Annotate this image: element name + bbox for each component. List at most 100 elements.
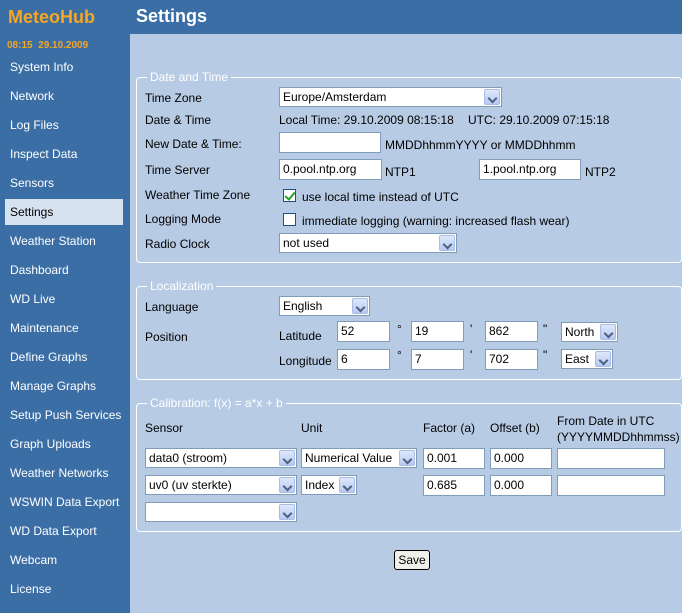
lon-minutes-input[interactable]: 7 — [411, 349, 464, 370]
weather-tz-checkbox[interactable] — [283, 189, 296, 202]
sidebar: MeteoHub 08:15 29.10.2009 System Info Ne… — [0, 0, 130, 613]
degree-symbol: ° — [397, 348, 402, 362]
new-date-hint: MMDDhhmmYYYY or MMDDhhmm — [385, 138, 576, 152]
lat-seconds-input[interactable]: 862 — [485, 321, 538, 342]
sidebar-item-wd-data-export[interactable]: WD Data Export — [5, 518, 123, 544]
col-from-date-header: From Date in UTC — [557, 414, 655, 428]
calib-row1-unit-select[interactable]: Numerical Value — [301, 448, 417, 468]
utc-time-text: UTC: 29.10.2009 07:15:18 — [468, 113, 610, 127]
sidebar-item-weather-networks[interactable]: Weather Networks — [5, 460, 123, 486]
lat-degrees-input[interactable]: 52 — [337, 321, 390, 342]
sidebar-item-inspect-data[interactable]: Inspect Data — [5, 141, 123, 167]
language-select[interactable]: English — [279, 296, 370, 316]
minute-symbol: ' — [470, 348, 473, 362]
ntp1-input[interactable]: 0.pool.ntp.org — [279, 159, 382, 180]
calib-row1-offset-input[interactable]: 0.000 — [490, 448, 552, 469]
sidebar-item-wd-live[interactable]: WD Live — [5, 286, 123, 312]
sidebar-item-wswin-data-export[interactable]: WSWIN Data Export — [5, 489, 123, 515]
logging-text: immediate logging (warning: increased fl… — [302, 214, 570, 228]
lat-direction-select[interactable]: North — [561, 322, 618, 342]
col-from-date-sub: (YYYYMMDDhhmmss) — [557, 430, 680, 444]
calib-row2-factor-input[interactable]: 0.685 — [423, 475, 485, 496]
lon-direction-value: East — [565, 352, 590, 366]
lon-degrees-input[interactable]: 6 — [337, 349, 390, 370]
chevron-down-icon — [399, 450, 415, 466]
sidebar-item-weather-station[interactable]: Weather Station — [5, 228, 123, 254]
lat-direction-value: North — [565, 325, 595, 339]
col-factor-header: Factor (a) — [423, 421, 476, 435]
radio-clock-select[interactable]: not used — [279, 233, 457, 253]
sidebar-item-dashboard[interactable]: Dashboard — [5, 257, 123, 283]
sidebar-item-settings[interactable]: Settings — [5, 199, 123, 225]
lon-direction-select[interactable]: East — [561, 349, 613, 369]
chevron-down-icon — [279, 450, 295, 466]
time-server-label: Time Server — [145, 163, 210, 177]
radio-clock-label: Radio Clock — [145, 237, 210, 251]
sidebar-item-sensors[interactable]: Sensors — [5, 170, 123, 196]
weather-tz-label: Weather Time Zone — [145, 188, 251, 202]
sidebar-item-webcam[interactable]: Webcam — [5, 547, 123, 573]
language-value: English — [283, 299, 323, 313]
sidebar-item-network[interactable]: Network — [5, 83, 123, 109]
weather-tz-text: use local time instead of UTC — [302, 190, 459, 204]
sidebar-item-manage-graphs[interactable]: Manage Graphs — [5, 373, 123, 399]
localization-legend: Localization — [150, 279, 214, 293]
time-zone-label: Time Zone — [145, 91, 202, 105]
second-symbol: " — [543, 348, 548, 362]
sidebar-item-system-info[interactable]: System Info — [5, 54, 123, 80]
sidebar-item-define-graphs[interactable]: Define Graphs — [5, 344, 123, 370]
chevron-down-icon — [595, 351, 611, 367]
time-zone-select[interactable]: Europe/Amsterdam — [279, 87, 502, 107]
calib-row1-from-date-input[interactable] — [557, 448, 665, 469]
sidebar-item-log-files[interactable]: Log Files — [5, 112, 123, 138]
page-header: Settings — [130, 0, 682, 34]
sidebar-item-license[interactable]: License — [5, 576, 123, 602]
ntp2-input[interactable]: 1.pool.ntp.org — [479, 159, 581, 180]
save-button[interactable]: Save — [394, 550, 430, 570]
radio-clock-value: not used — [283, 236, 330, 250]
language-label: Language — [145, 300, 199, 314]
calibration-legend: Calibration: f(x) = a*x + b — [150, 396, 283, 410]
main-content: Date and Time Time Zone Europe/Amsterdam… — [130, 34, 682, 613]
chevron-down-icon — [279, 477, 295, 493]
chevron-down-icon — [339, 477, 355, 493]
longitude-label: Longitude — [279, 354, 332, 368]
chevron-down-icon — [600, 324, 616, 340]
calib-row2-sensor-select[interactable]: uv0 (uv sterkte) — [145, 475, 297, 495]
calib-row1-sensor-value: data0 (stroom) — [149, 451, 228, 465]
new-date-label: New Date & Time: — [145, 137, 242, 151]
second-symbol: " — [543, 322, 548, 336]
date-time-legend: Date and Time — [150, 70, 229, 84]
calib-row2-offset-input[interactable]: 0.000 — [490, 475, 552, 496]
latitude-label: Latitude — [279, 329, 322, 343]
calib-row3-sensor-select[interactable] — [145, 502, 297, 522]
lon-seconds-input[interactable]: 702 — [485, 349, 538, 370]
logging-mode-label: Logging Mode — [145, 212, 222, 226]
col-offset-header: Offset (b) — [490, 421, 540, 435]
lat-minutes-input[interactable]: 19 — [411, 321, 464, 342]
sidebar-item-graph-uploads[interactable]: Graph Uploads — [5, 431, 123, 457]
calib-row1-unit-value: Numerical Value — [305, 451, 393, 465]
sidebar-item-setup-push-services[interactable]: Setup Push Services — [5, 402, 123, 428]
current-datetime: 08:15 29.10.2009 — [7, 40, 89, 51]
col-unit-header: Unit — [301, 421, 323, 435]
date-time-label: Date & Time — [145, 113, 212, 127]
ntp2-label: NTP2 — [585, 165, 616, 179]
degree-symbol: ° — [397, 322, 402, 336]
calib-row1-factor-input[interactable]: 0.001 — [423, 448, 485, 469]
time-zone-value: Europe/Amsterdam — [283, 90, 387, 104]
calib-row2-from-date-input[interactable] — [557, 475, 665, 496]
page-title: Settings — [136, 6, 208, 26]
position-label: Position — [145, 330, 188, 344]
sidebar-item-maintenance[interactable]: Maintenance — [5, 315, 123, 341]
app-brand: MeteoHub — [8, 7, 95, 27]
calib-row2-unit-select[interactable]: Index — [301, 475, 357, 495]
new-date-input[interactable] — [279, 132, 381, 153]
ntp1-label: NTP1 — [385, 165, 416, 179]
chevron-down-icon — [279, 504, 295, 520]
logging-checkbox[interactable] — [283, 213, 296, 226]
chevron-down-icon — [352, 298, 368, 314]
calib-row1-sensor-select[interactable]: data0 (stroom) — [145, 448, 297, 468]
calib-row2-sensor-value: uv0 (uv sterkte) — [149, 478, 232, 492]
calib-row2-unit-value: Index — [305, 478, 335, 492]
